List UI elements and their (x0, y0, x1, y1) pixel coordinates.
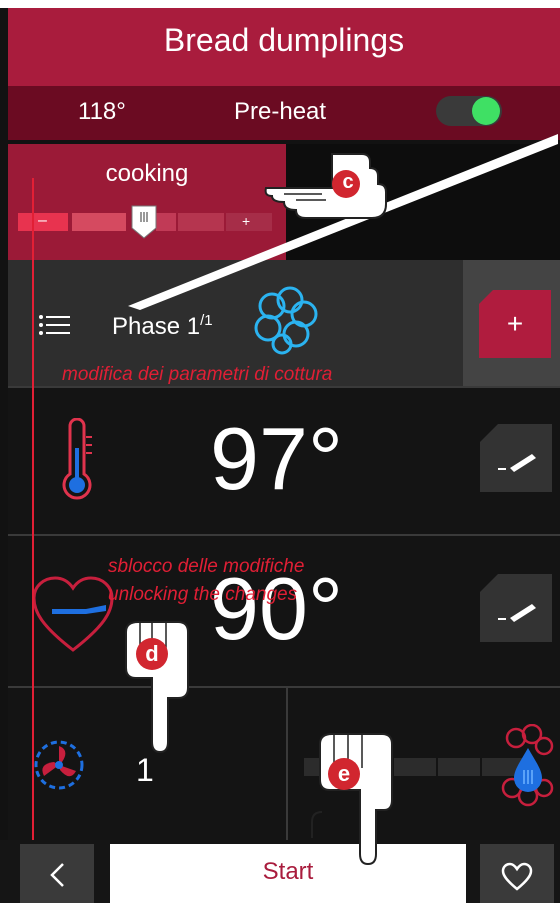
humidity-segment[interactable] (438, 758, 480, 776)
callout-c-label: c (342, 171, 354, 193)
callout-d-label: d (145, 641, 159, 666)
vertical-divider (286, 688, 288, 840)
current-temperature: 118° (78, 98, 126, 125)
edit-pencil-icon (480, 574, 536, 622)
annotation-unlock-en: unlocking the changes (108, 584, 298, 605)
pointing-hand-e-icon (311, 733, 393, 866)
annotation-unlock-it: sblocco delle modifiche (108, 556, 305, 577)
edit-pencil-icon (480, 424, 536, 472)
annotation-edit-params: modifica dei parametri di cottura (62, 364, 333, 385)
thermometer-icon (62, 418, 92, 500)
start-button-label: Start (262, 858, 314, 885)
heart-outline-icon (501, 862, 533, 891)
callout-e-label: e (337, 761, 351, 786)
pointing-hand-c-icon (264, 153, 387, 219)
fan-speed-value: 1 (136, 752, 154, 788)
humidity-segment[interactable] (394, 758, 436, 776)
chevron-left-icon (50, 863, 64, 887)
humidity-drop-icon (501, 724, 554, 807)
top-strip (0, 0, 560, 8)
preheat-toggle-knob (472, 97, 500, 125)
oven-temperature-value: 97° (210, 409, 344, 508)
heart-probe-icon (32, 576, 114, 652)
fan-icon[interactable] (32, 738, 86, 792)
oven-screen: Bread dumplings 118° Pre-heat cooking – … (0, 0, 560, 903)
recipe-title: Bread dumplings (163, 22, 405, 58)
preheat-label: Pre-heat (234, 98, 327, 125)
pointing-hand-d-icon (125, 621, 189, 754)
